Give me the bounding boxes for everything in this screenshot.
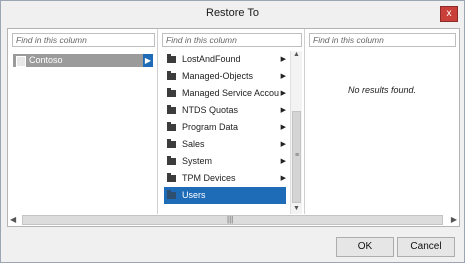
list-item[interactable]: Managed-Objects ▶ [164,68,286,85]
chevron-right-icon: ▶ [280,141,286,148]
folder-icon [167,71,176,80]
folder-icon [167,88,176,97]
title-bar: Restore To x [1,1,464,27]
column-1-search-input[interactable]: Find in this column [12,33,155,47]
ok-button[interactable]: OK [336,237,394,257]
scroll-left-icon[interactable]: ◀ [10,215,16,224]
folder-icon [167,105,176,114]
list-item-contoso[interactable]: Contoso ▶ [13,54,153,67]
list-item[interactable]: NTDS Quotas ▶ [164,102,286,119]
list-item[interactable]: TPM Devices ▶ [164,170,286,187]
folder-icon [167,139,176,148]
chevron-right-icon: ▶ [280,56,286,63]
scroll-up-icon[interactable]: ▲ [292,51,301,60]
list-item-label: Users [182,190,206,200]
column-browser: Find in this column Contoso ▶ Find in th… [7,28,460,216]
folder-icon [167,190,176,199]
scroll-thumb[interactable]: ≡ [292,111,301,203]
cancel-button[interactable]: Cancel [397,237,455,257]
folder-icon [167,156,176,165]
column-1: Find in this column Contoso ▶ [8,29,158,215]
list-item[interactable]: Managed Service Accou ▶ [164,85,286,102]
list-item-label: Sales [182,139,205,149]
column-3-search-input[interactable]: Find in this column [309,33,456,47]
chevron-right-icon: ▶ [280,158,286,165]
scroll-down-icon[interactable]: ▼ [292,205,301,214]
grip-icon: ||| [227,215,234,224]
horizontal-scrollbar[interactable]: ◀ ||| ▶ [7,214,460,227]
close-button[interactable]: x [440,6,458,22]
list-item[interactable]: Program Data ▶ [164,119,286,136]
list-item-selected[interactable]: Users [164,187,286,204]
no-results-message: No results found. [347,85,417,95]
folder-icon [167,173,176,182]
column-2: Find in this column LostAndFound ▶ Manage… [158,29,305,215]
list-item[interactable]: LostAndFound ▶ [164,51,286,68]
container-list: LostAndFound ▶ Managed-Objects ▶ Managed S… [164,51,286,204]
list-item-label: Managed Service Accou [182,88,280,98]
list-item-label: NTDS Quotas [182,105,239,115]
list-item-label: Program Data [182,122,239,132]
folder-icon [167,54,176,63]
grip-icon: ≡ [295,152,300,159]
scroll-right-icon[interactable]: ▶ [451,215,457,224]
list-item-label: System [182,156,213,166]
chevron-right-icon: ▶ [280,90,286,97]
scroll-thumb[interactable]: ||| [22,215,443,225]
domain-icon [16,56,26,67]
list-item[interactable]: Sales ▶ [164,136,286,153]
list-item-label: Managed-Objects [182,71,254,81]
column-2-search-input[interactable]: Find in this column [162,33,302,47]
restore-to-dialog: Restore To x Find in this column Contoso… [0,0,465,263]
vertical-scrollbar[interactable]: ▲ ≡ ▼ [290,51,302,214]
chevron-right-icon: ▶ [280,175,286,182]
chevron-right-icon: ▶ [143,54,153,67]
folder-icon [167,122,176,131]
list-item-label: TPM Devices [182,173,236,183]
list-item-label: LostAndFound [182,54,241,64]
chevron-right-icon: ▶ [280,107,286,114]
chevron-right-icon: ▶ [280,73,286,80]
column-3: Find in this column No results found. [305,29,459,215]
list-item-label: Contoso [29,55,63,65]
chevron-right-icon: ▶ [280,124,286,131]
dialog-title: Restore To [206,7,259,19]
list-item[interactable]: System ▶ [164,153,286,170]
